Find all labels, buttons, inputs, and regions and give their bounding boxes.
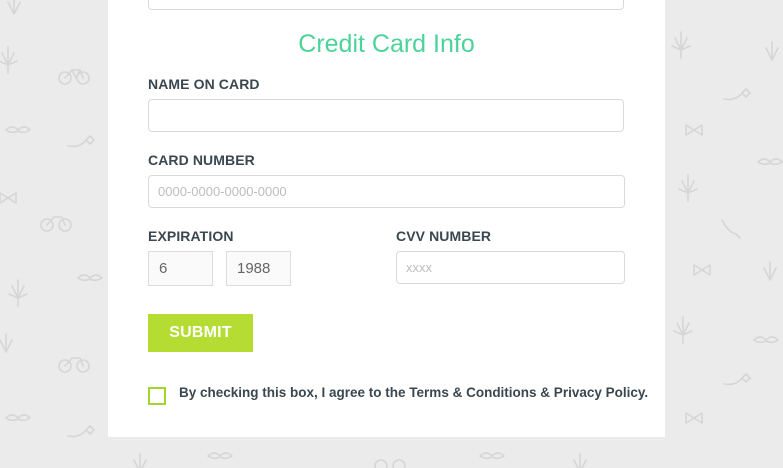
pipe-icon bbox=[721, 219, 741, 239]
pipe-icon bbox=[67, 135, 95, 148]
leaf-icon bbox=[765, 41, 779, 61]
terms-agreement-text: By checking this box, I agree to the Ter… bbox=[179, 385, 649, 400]
mustache-icon bbox=[5, 126, 31, 134]
bicycle-icon bbox=[40, 216, 72, 232]
bowtie-icon bbox=[693, 264, 711, 276]
bowtie-icon bbox=[685, 124, 703, 136]
leaf-icon bbox=[573, 453, 587, 468]
mustache-icon bbox=[77, 274, 103, 282]
mustache-icon bbox=[207, 452, 233, 460]
card-number-input[interactable] bbox=[148, 175, 625, 208]
pipe-icon bbox=[723, 373, 751, 386]
mustache-icon bbox=[5, 414, 31, 422]
pipe-icon bbox=[67, 425, 95, 438]
leaf-icon bbox=[671, 31, 691, 59]
leaf-icon bbox=[673, 316, 693, 344]
bicycle-icon bbox=[58, 357, 90, 373]
leaf-icon bbox=[0, 46, 18, 74]
bicycle-icon bbox=[374, 459, 406, 468]
leaf-icon bbox=[0, 333, 13, 353]
submit-button[interactable]: SUBMIT bbox=[148, 314, 253, 352]
terms-agreement-checkbox[interactable] bbox=[148, 387, 166, 405]
cvv-number-input[interactable] bbox=[396, 251, 625, 284]
mustache-icon bbox=[753, 336, 779, 344]
cvv-number-label: CVV NUMBER bbox=[396, 228, 492, 244]
bowtie-icon bbox=[685, 412, 703, 424]
name-on-card-input[interactable] bbox=[148, 99, 624, 132]
payment-form-card: Credit Card Info NAME ON CARD CARD NUMBE… bbox=[108, 0, 665, 437]
mustache-icon bbox=[757, 158, 783, 166]
expiration-month-input[interactable] bbox=[148, 251, 213, 286]
leaf-icon bbox=[678, 174, 698, 202]
bowtie-icon bbox=[0, 192, 17, 204]
leaf-icon bbox=[133, 453, 147, 468]
pipe-icon bbox=[723, 88, 751, 101]
bicycle-icon bbox=[58, 69, 90, 85]
mustache-icon bbox=[479, 452, 505, 460]
expiration-year-input[interactable] bbox=[226, 251, 291, 286]
card-number-label: CARD NUMBER bbox=[148, 152, 255, 168]
expiration-label: EXPIRATION bbox=[148, 228, 234, 244]
name-on-card-label: NAME ON CARD bbox=[148, 76, 260, 92]
leaf-icon bbox=[8, 279, 28, 307]
leaf-icon bbox=[763, 261, 777, 281]
leaf-icon bbox=[7, 0, 21, 15]
previous-field-input[interactable] bbox=[148, 0, 624, 10]
section-title: Credit Card Info bbox=[298, 30, 475, 58]
